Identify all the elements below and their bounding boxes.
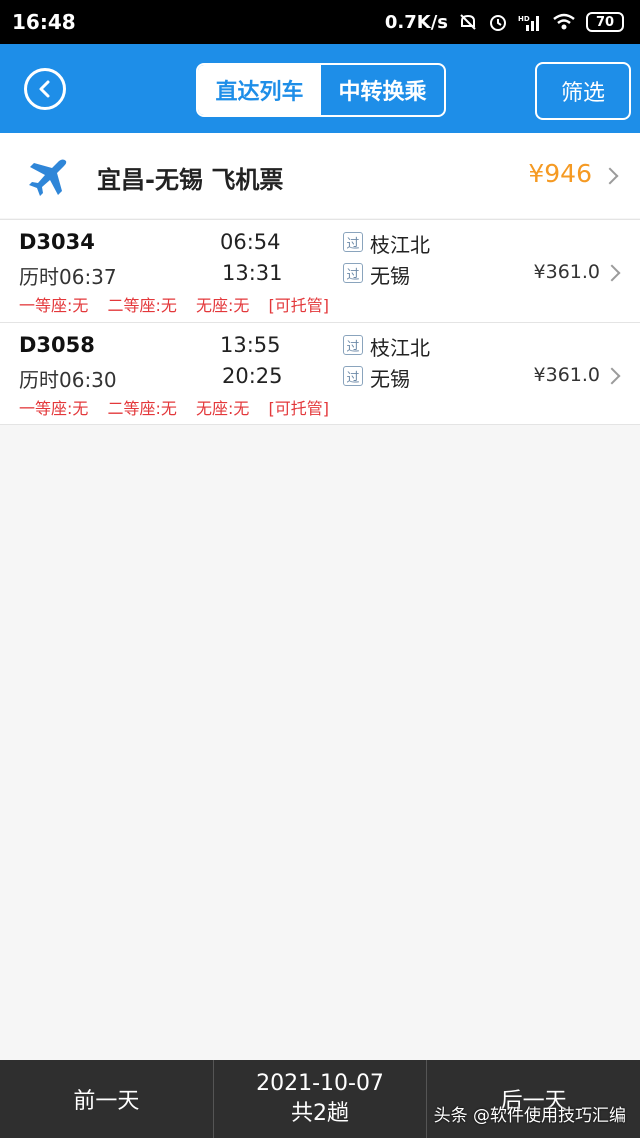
tab-transfer[interactable]: 中转换乘 [321,65,444,115]
seat-second-class: 二等座:无 [107,399,177,418]
bottom-bar: 前一天 2021-10-07 共2趟 后一天 [0,1060,640,1138]
wifi-icon [552,13,576,31]
arrival-time: 13:31 [222,261,283,285]
status-bar: 16:48 0.7K/s HD 70 [0,0,640,44]
prev-day-button[interactable]: 前一天 [0,1060,214,1138]
chevron-right-icon [601,167,619,185]
pass-through-badge: 过 [343,232,363,252]
seat-standing: 无座:无 [196,296,250,315]
status-time: 16:48 [12,10,76,34]
seat-custody: [可托管] [268,296,330,315]
to-station: 无锡 [370,264,410,288]
arrival-time: 20:25 [222,364,283,388]
train-duration: 历时06:30 [19,368,117,392]
chevron-right-icon [603,264,621,282]
alarm-clock-icon [488,12,508,32]
departure-time: 13:55 [220,333,281,357]
hd-signal-icon: HD [518,13,542,31]
tab-direct-trains[interactable]: 直达列车 [198,65,321,115]
seat-availability: 一等座:无 二等座:无 无座:无 [可托管] [19,395,343,419]
from-station: 枝江北 [370,233,430,257]
app-header: 直达列车 中转换乘 筛选 [0,44,640,133]
back-button[interactable] [24,68,66,110]
train-row[interactable]: D3058 历时06:30 13:55 20:25 过 枝江北 过 无锡 ¥36… [0,322,640,425]
train-price: ¥361.0 [533,364,600,386]
train-price: ¥361.0 [533,261,600,283]
train-type-tabs: 直达列车 中转换乘 [196,63,446,117]
current-date: 2021-10-07 [256,1071,384,1096]
mute-alarm-icon [458,12,478,32]
seat-standing: 无座:无 [196,399,250,418]
plane-icon [26,155,70,203]
filter-button[interactable]: 筛选 [535,62,631,120]
flight-price: ¥946 [528,159,592,188]
pass-through-badge: 过 [343,263,363,283]
train-number: D3058 [19,333,95,357]
from-station: 枝江北 [370,336,430,360]
status-icons: 0.7K/s HD 70 [385,12,624,33]
flight-route-label: 宜昌-无锡 飞机票 [97,166,284,194]
train-list: D3034 历时06:37 06:54 13:31 过 枝江北 过 无锡 ¥36… [0,219,640,425]
train-row[interactable]: D3034 历时06:37 06:54 13:31 过 枝江北 过 无锡 ¥36… [0,219,640,322]
watermark: 头条 @软件使用技巧汇编 [433,1106,626,1126]
chevron-right-icon [603,367,621,385]
to-station: 无锡 [370,367,410,391]
pass-through-badge: 过 [343,366,363,386]
seat-custody: [可托管] [268,399,330,418]
svg-text:HD: HD [518,15,530,23]
battery-icon: 70 [586,12,624,32]
train-number: D3034 [19,230,95,254]
pass-through-badge: 过 [343,335,363,355]
seat-availability: 一等座:无 二等座:无 无座:无 [可托管] [19,292,343,316]
date-selector[interactable]: 2021-10-07 共2趟 [214,1060,428,1138]
departure-time: 06:54 [220,230,281,254]
chevron-left-icon [39,80,50,98]
seat-second-class: 二等座:无 [107,296,177,315]
next-day-button[interactable]: 后一天 [427,1060,640,1138]
seat-first-class: 一等座:无 [19,296,89,315]
seat-first-class: 一等座:无 [19,399,89,418]
network-speed: 0.7K/s [384,11,448,33]
train-duration: 历时06:37 [19,265,117,289]
flight-ticket-row[interactable]: 宜昌-无锡 飞机票 ¥946 [0,133,640,218]
train-count: 共2趟 [291,1101,349,1126]
